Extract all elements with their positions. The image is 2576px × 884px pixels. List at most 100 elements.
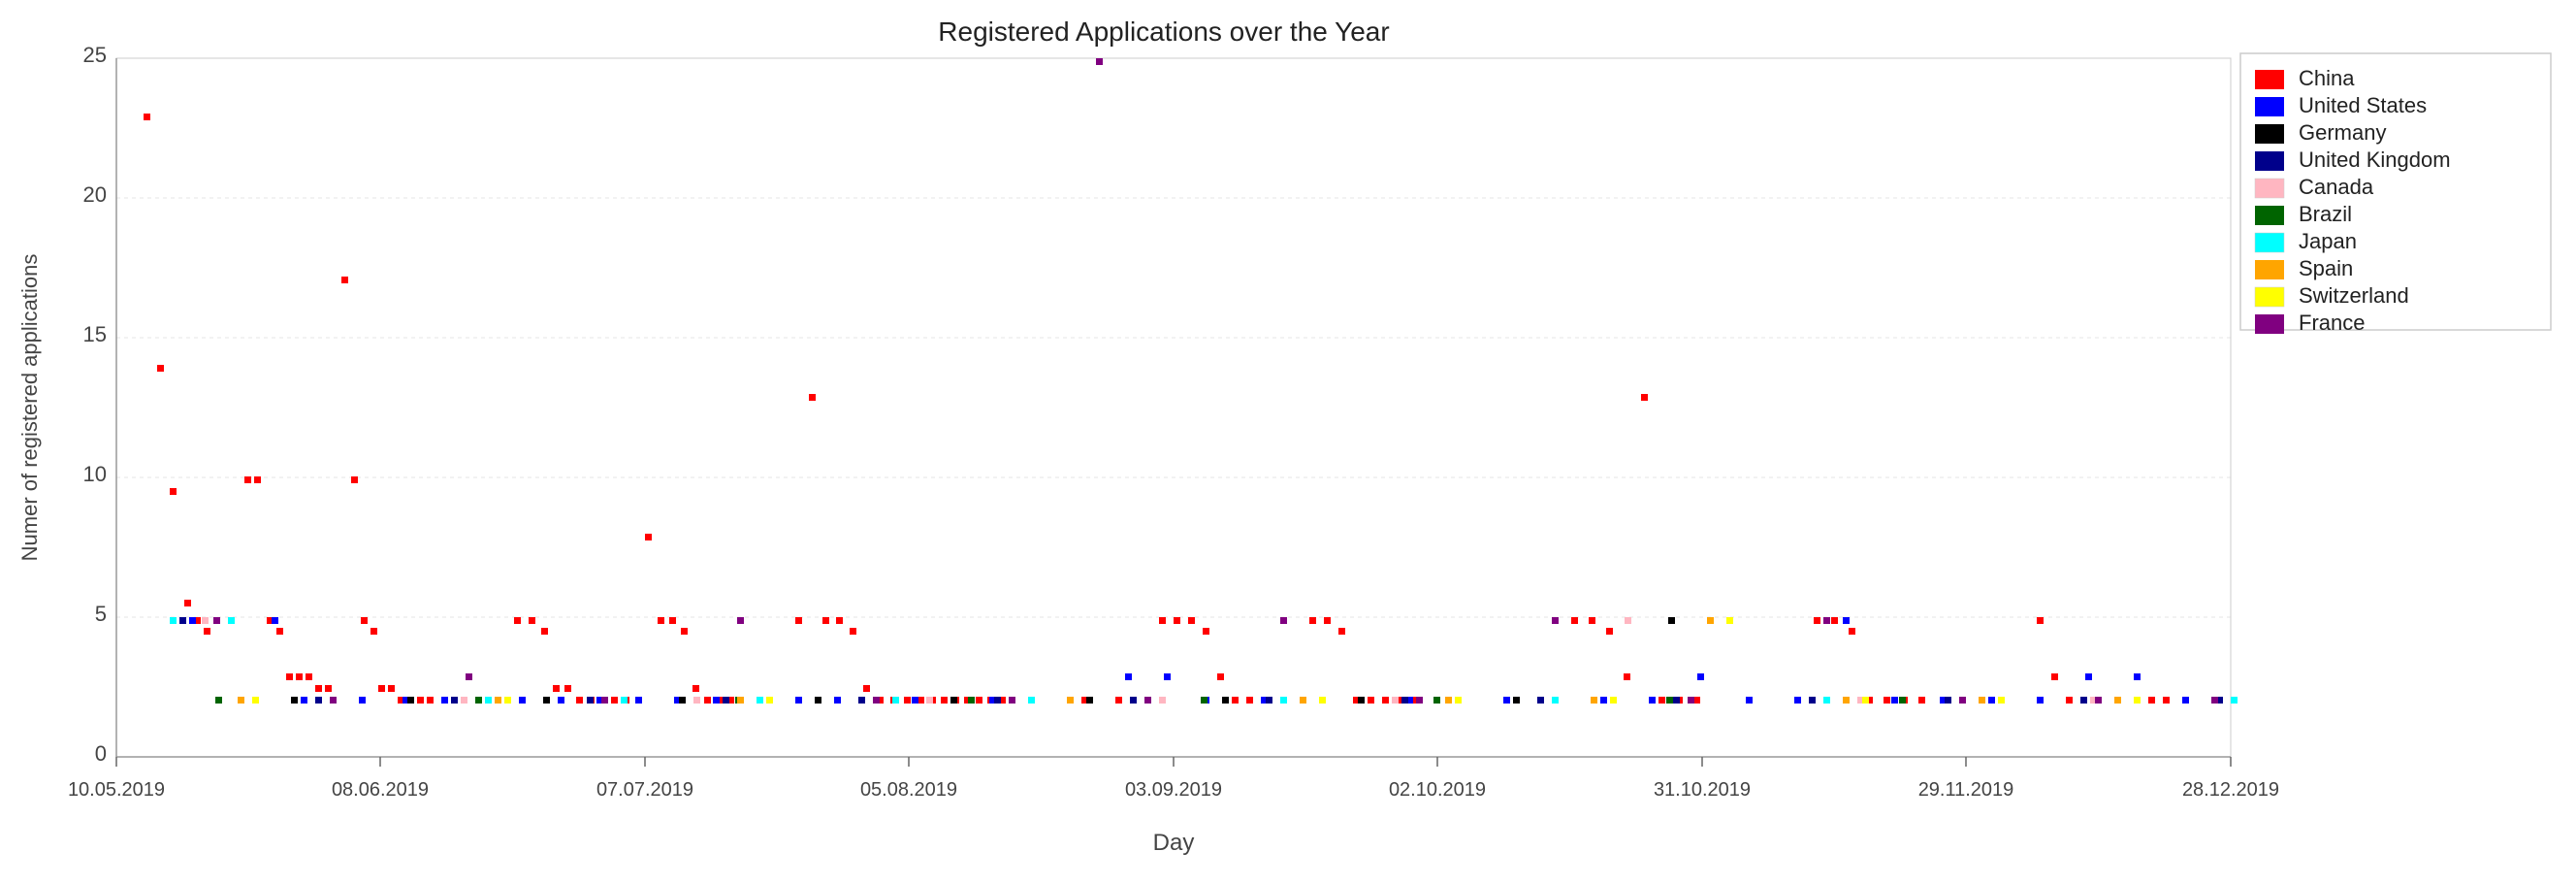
data-point [601, 697, 608, 704]
data-point [1368, 697, 1374, 704]
data-point [170, 488, 177, 495]
data-point [144, 114, 150, 120]
legend-canada-label: Canada [2299, 175, 2374, 199]
data-point [2182, 697, 2189, 704]
chart-container: Registered Applications over the Year 0 … [0, 0, 2576, 879]
data-point [213, 617, 220, 624]
legend-uk-icon [2255, 151, 2284, 171]
data-point [723, 697, 729, 704]
data-point [1433, 697, 1440, 704]
data-point [202, 617, 209, 624]
data-point [1606, 628, 1613, 635]
data-point [1280, 617, 1287, 624]
data-point [912, 697, 918, 704]
svg-text:0: 0 [95, 741, 107, 766]
data-point [1814, 617, 1820, 624]
data-point [276, 628, 283, 635]
data-point [795, 617, 802, 624]
legend-china-label: China [2299, 66, 2355, 90]
data-point [1319, 697, 1326, 704]
data-point [1266, 697, 1272, 704]
data-point [1979, 697, 1985, 704]
data-point [1589, 617, 1595, 624]
data-point [1401, 697, 1408, 704]
data-point [1693, 697, 1700, 704]
data-point [1624, 673, 1630, 680]
data-point [693, 697, 700, 704]
data-point [315, 697, 322, 704]
data-point [1222, 697, 1229, 704]
data-point [681, 628, 688, 635]
data-point [621, 697, 628, 704]
data-point [1358, 697, 1365, 704]
data-point [1809, 697, 1816, 704]
data-point [2134, 697, 2141, 704]
data-point [361, 617, 368, 624]
data-point [272, 617, 278, 624]
data-point [407, 697, 414, 704]
data-point [1159, 617, 1166, 624]
data-point [1571, 617, 1578, 624]
data-point [2114, 697, 2121, 704]
data-point [1891, 697, 1898, 704]
data-point [2066, 697, 2073, 704]
svg-text:Numer of registered applicatio: Numer of registered applications [17, 254, 42, 562]
data-point [873, 697, 880, 704]
data-point [658, 617, 664, 624]
svg-text:15: 15 [83, 322, 107, 346]
data-point [926, 697, 933, 704]
data-point [1144, 697, 1151, 704]
data-point [645, 534, 652, 540]
data-point [1849, 628, 1855, 635]
data-point [918, 697, 924, 704]
data-point [1668, 617, 1675, 624]
legend-us-icon [2255, 97, 2284, 116]
svg-text:02.10.2019: 02.10.2019 [1389, 779, 1486, 801]
data-point [1246, 697, 1253, 704]
svg-text:03.09.2019: 03.09.2019 [1125, 779, 1222, 801]
data-point [351, 476, 358, 483]
data-point [529, 617, 535, 624]
data-point [994, 697, 1001, 704]
data-point [215, 697, 222, 704]
data-point [1918, 697, 1925, 704]
svg-text:05.08.2019: 05.08.2019 [860, 779, 957, 801]
data-point [1513, 697, 1520, 704]
data-point [1503, 697, 1510, 704]
data-point [370, 628, 377, 635]
data-point [1843, 697, 1850, 704]
data-point [301, 697, 307, 704]
data-point [1086, 697, 1093, 704]
data-point [1552, 617, 1559, 624]
data-point [325, 685, 332, 692]
data-point [378, 685, 385, 692]
legend-germany-icon [2255, 124, 2284, 144]
data-point [904, 697, 911, 704]
data-point [252, 697, 259, 704]
data-point [1945, 697, 1951, 704]
data-point [1988, 697, 1995, 704]
data-point [766, 697, 773, 704]
data-point [1823, 697, 1830, 704]
data-point [941, 697, 948, 704]
svg-text:20: 20 [83, 182, 107, 207]
data-point [1115, 697, 1122, 704]
data-point [296, 673, 303, 680]
data-point [1067, 697, 1074, 704]
data-point [204, 628, 210, 635]
svg-text:28.12.2019: 28.12.2019 [2182, 779, 2279, 801]
data-point [514, 617, 521, 624]
data-point [451, 697, 458, 704]
data-point [1794, 697, 1801, 704]
data-point [341, 277, 348, 283]
legend-china-icon [2255, 70, 2284, 89]
data-point [564, 685, 571, 692]
data-point [485, 697, 492, 704]
data-point [1610, 697, 1617, 704]
data-point [679, 697, 686, 704]
data-point [184, 600, 191, 606]
data-point [1649, 697, 1656, 704]
data-point [1096, 58, 1103, 65]
data-point [822, 617, 829, 624]
data-point [1600, 697, 1607, 704]
